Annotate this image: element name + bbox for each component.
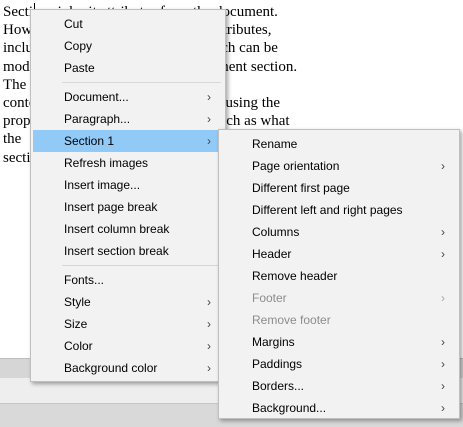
menu-item-label: Insert image... <box>64 178 141 192</box>
menu-item-insert-page-break[interactable]: Insert page break <box>33 196 223 218</box>
menu-item-label: Borders... <box>252 379 305 393</box>
menu-item-label: Paddings <box>252 357 303 371</box>
chevron-right-icon: › <box>207 134 211 148</box>
menu-item-label: Document... <box>64 90 129 104</box>
menu-item-rename[interactable]: Rename <box>221 133 457 155</box>
menu-item-section[interactable]: Section 1 › <box>33 130 223 152</box>
chevron-right-icon: › <box>441 225 445 239</box>
menu-item-header[interactable]: Header › <box>221 243 457 265</box>
menu-item-label: Remove header <box>252 269 338 283</box>
menu-item-label: Paragraph... <box>64 112 131 126</box>
menu-item-copy[interactable]: Copy <box>33 35 223 57</box>
menu-item-label: Remove footer <box>252 313 331 327</box>
menu-item-paddings[interactable]: Paddings › <box>221 353 457 375</box>
chevron-right-icon: › <box>207 295 211 309</box>
menu-item-label: Margins <box>252 335 295 349</box>
menu-item-insert-column-break[interactable]: Insert column break <box>33 218 223 240</box>
menu-item-background-color[interactable]: Background color › <box>33 357 223 379</box>
menu-item-remove-header[interactable]: Remove header <box>221 265 457 287</box>
chevron-right-icon: › <box>441 291 445 305</box>
menu-item-label: Copy <box>64 39 93 53</box>
context-menu: Cut Copy Paste Document... › Paragraph...… <box>30 9 226 382</box>
menu-item-label: Different first page <box>252 181 350 195</box>
menu-item-footer[interactable]: Footer › <box>221 287 457 309</box>
menu-item-fonts[interactable]: Fonts... <box>33 269 223 291</box>
chevron-right-icon: › <box>441 357 445 371</box>
menu-item-label: Background color <box>64 361 158 375</box>
chevron-right-icon: › <box>207 339 211 353</box>
menu-item-paste[interactable]: Paste <box>33 57 223 79</box>
menu-item-insert-image[interactable]: Insert image... <box>33 174 223 196</box>
menu-item-borders[interactable]: Borders... › <box>221 375 457 397</box>
menu-item-label: Columns <box>252 225 300 239</box>
menu-item-margins[interactable]: Margins › <box>221 331 457 353</box>
section-submenu: Rename Page orientation › Different first… <box>218 129 460 419</box>
menu-item-label: Footer <box>252 291 287 305</box>
menu-item-size[interactable]: Size › <box>33 313 223 335</box>
menu-item-document[interactable]: Document... › <box>33 86 223 108</box>
chevron-right-icon: › <box>441 401 445 415</box>
menu-item-paragraph[interactable]: Paragraph... › <box>33 108 223 130</box>
menu-item-different-first-page[interactable]: Different first page <box>221 177 457 199</box>
chevron-right-icon: › <box>441 247 445 261</box>
menu-item-label: Header <box>252 247 292 261</box>
menu-item-label: Insert page break <box>64 200 158 214</box>
menu-item-label: Cut <box>64 17 83 31</box>
chevron-right-icon: › <box>207 361 211 375</box>
chevron-right-icon: › <box>441 159 445 173</box>
menu-item-label: Different left and right pages <box>252 203 403 217</box>
menu-item-label: Background... <box>252 401 327 415</box>
menu-item-color[interactable]: Color › <box>33 335 223 357</box>
menu-separator <box>62 265 221 266</box>
menu-item-label: Refresh images <box>64 156 149 170</box>
menu-item-background[interactable]: Background... › <box>221 397 457 419</box>
menu-item-label: Fonts... <box>64 273 105 287</box>
menu-item-different-left-right-pages[interactable]: Different left and right pages <box>221 199 457 221</box>
chevron-right-icon: › <box>207 317 211 331</box>
chevron-right-icon: › <box>441 335 445 349</box>
menu-item-label: Color <box>64 339 93 353</box>
menu-item-style[interactable]: Style › <box>33 291 223 313</box>
menu-item-label: Insert column break <box>64 222 170 236</box>
menu-separator <box>62 82 221 83</box>
menu-item-label: Rename <box>252 137 298 151</box>
chevron-right-icon: › <box>207 90 211 104</box>
menu-item-label: Size <box>64 317 88 331</box>
menu-item-remove-footer[interactable]: Remove footer <box>221 309 457 331</box>
menu-item-page-orientation[interactable]: Page orientation › <box>221 155 457 177</box>
menu-item-columns[interactable]: Columns › <box>221 221 457 243</box>
menu-item-refresh-images[interactable]: Refresh images <box>33 152 223 174</box>
menu-item-label: Section 1 <box>64 134 115 148</box>
menu-item-cut[interactable]: Cut <box>33 13 223 35</box>
chevron-right-icon: › <box>207 112 211 126</box>
menu-item-label: Page orientation <box>252 159 340 173</box>
chevron-right-icon: › <box>441 379 445 393</box>
menu-item-label: Style <box>64 295 91 309</box>
menu-item-label: Paste <box>64 61 95 75</box>
menu-item-label: Insert section break <box>64 244 169 258</box>
menu-item-insert-section-break[interactable]: Insert section break <box>33 240 223 262</box>
